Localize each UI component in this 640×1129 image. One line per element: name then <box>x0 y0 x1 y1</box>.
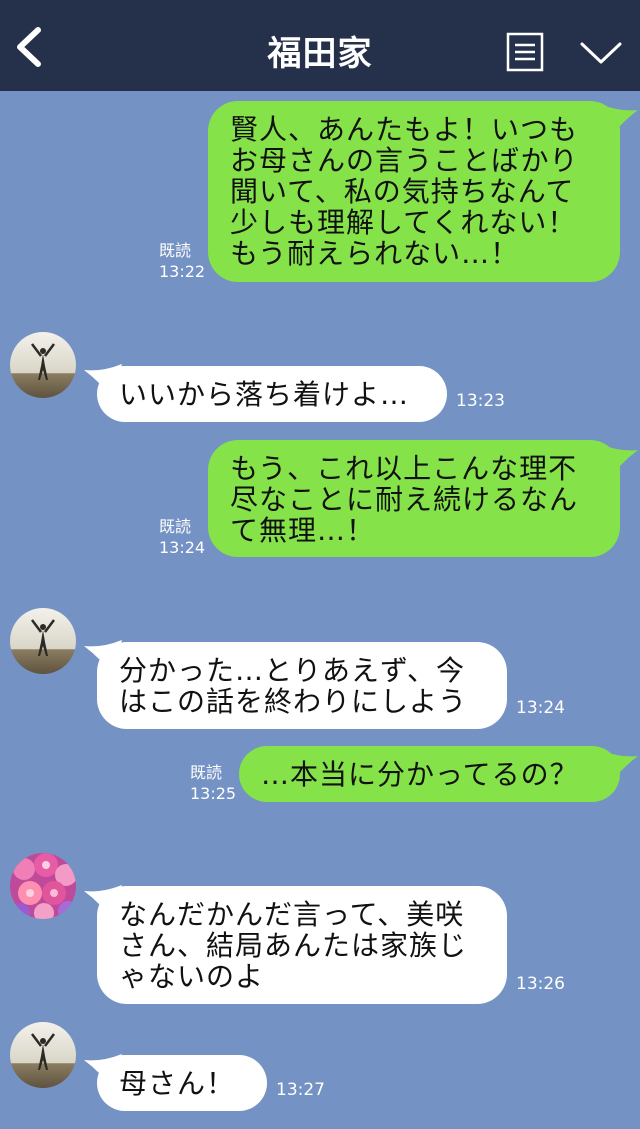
chat-header: 福田家 <box>0 0 640 91</box>
read-receipt: 既読 13:22 <box>159 241 206 281</box>
message-bubble: …本当に分かってるの？ <box>239 746 620 802</box>
person-silhouette-avatar[interactable] <box>10 1022 76 1088</box>
message-bubble: いいから落ち着けよ… <box>97 366 447 422</box>
person-silhouette-avatar[interactable] <box>10 608 76 674</box>
chevron-down-icon[interactable] <box>578 38 624 68</box>
read-receipt: 既読 13:24 <box>159 517 206 557</box>
menu-list-icon[interactable] <box>506 32 544 72</box>
message-bubble: 分かった…とりあえず、今 はこの話を終わりにしよう <box>97 642 507 729</box>
read-receipt: 既読 13:25 <box>190 763 237 803</box>
person-silhouette-avatar[interactable] <box>10 332 76 398</box>
chat-title: 福田家 <box>267 34 373 74</box>
pink-flowers-avatar[interactable] <box>10 853 76 919</box>
message-bubble: 母さん！ <box>97 1055 267 1111</box>
message-bubble: もう、これ以上こんな理不 尽なことに耐え続けるなん て無理…！ <box>208 440 620 557</box>
message-bubble: 賢人、あんたもよ！いつも お母さんの言うことばかり 聞いて、私の気持ちなんて 少… <box>208 101 620 282</box>
message-bubble: なんだかんだ言って、美咲 さん、結局あんたは家族じ ゃないのよ <box>97 886 507 1004</box>
message-time: 13:26 <box>516 974 565 994</box>
message-time: 13:23 <box>456 391 505 411</box>
message-time: 13:27 <box>276 1080 325 1100</box>
message-time: 13:24 <box>516 698 565 718</box>
